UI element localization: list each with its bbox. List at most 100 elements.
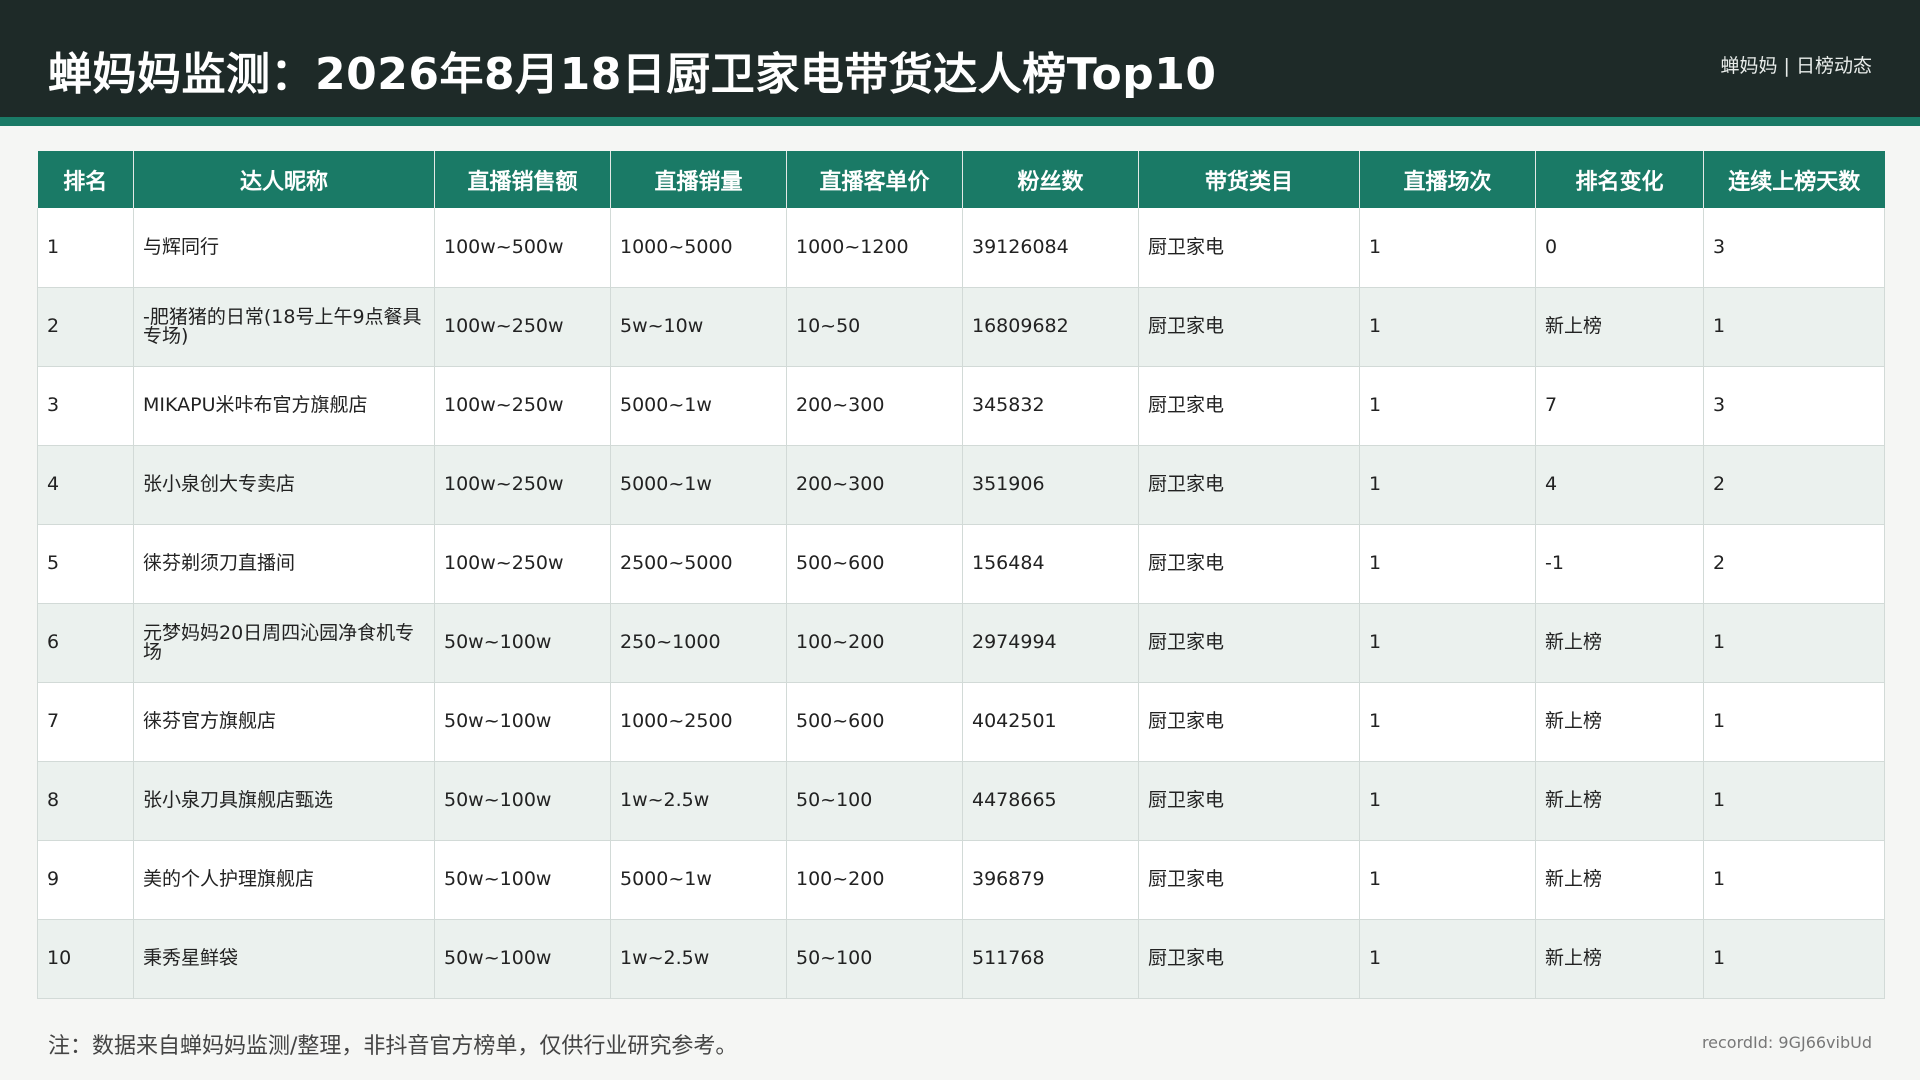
column-header-fans: 粉丝数 <box>962 151 1139 208</box>
cell-unit-price: 10~50 <box>786 287 963 367</box>
cell-sessions: 1 <box>1359 603 1536 683</box>
cell-consecutive-days: 1 <box>1703 840 1885 920</box>
cell-sales-amount: 50w~100w <box>434 682 611 762</box>
cell-category: 厨卫家电 <box>1138 366 1360 446</box>
brand-label: 蝉妈妈 | 日榜动态 <box>1720 55 1872 77</box>
cell-sales-amount: 50w~100w <box>434 603 611 683</box>
cell-nickname: 徕芬剃须刀直播间 <box>133 524 435 604</box>
cell-rank: 3 <box>37 366 134 446</box>
cell-rank: 6 <box>37 603 134 683</box>
column-header-sales-volume: 直播销量 <box>610 151 787 208</box>
cell-consecutive-days: 3 <box>1703 366 1885 446</box>
cell-unit-price: 100~200 <box>786 603 963 683</box>
column-header-unit-price: 直播客单价 <box>786 151 963 208</box>
table-row: 4 张小泉创大专卖店 100w~250w 5000~1w 200~300 351906 厨卫… <box>37 445 1885 525</box>
cell-rank: 10 <box>37 919 134 999</box>
cell-fans: 2974994 <box>962 603 1139 683</box>
table-row: 1 与辉同行 100w~500w 1000~5000 1000~1200 39126084… <box>37 208 1885 288</box>
cell-fans: 16809682 <box>962 287 1139 367</box>
cell-sales-amount: 100w~500w <box>434 208 611 288</box>
cell-rank-change: 新上榜 <box>1535 603 1704 683</box>
cell-rank: 8 <box>37 761 134 841</box>
cell-nickname: 徕芬官方旗舰店 <box>133 682 435 762</box>
table-header-row: 排名 达人昵称 直播销售额 直播销量 直播客单价 粉丝数 带货类目 直播场次 排… <box>37 151 1885 208</box>
cell-sales-volume: 5000~1w <box>610 366 787 446</box>
column-header-sales-amount: 直播销售额 <box>434 151 611 208</box>
cell-sales-volume: 2500~5000 <box>610 524 787 604</box>
cell-rank: 4 <box>37 445 134 525</box>
cell-nickname: -肥猪猪的日常(18号上午9点餐具专场) <box>133 287 435 367</box>
cell-sessions: 1 <box>1359 761 1536 841</box>
cell-rank-change: 新上榜 <box>1535 761 1704 841</box>
cell-sessions: 1 <box>1359 208 1536 288</box>
cell-consecutive-days: 1 <box>1703 919 1885 999</box>
table-row: 6 元梦妈妈20日周四沁园净食机专场 50w~100w 250~1000 100~200… <box>37 603 1885 683</box>
cell-sales-amount: 50w~100w <box>434 761 611 841</box>
cell-nickname: 张小泉创大专卖店 <box>133 445 435 525</box>
cell-consecutive-days: 3 <box>1703 208 1885 288</box>
table-body: 1 与辉同行 100w~500w 1000~5000 1000~1200 39126084… <box>37 208 1885 999</box>
cell-consecutive-days: 1 <box>1703 682 1885 762</box>
cell-fans: 396879 <box>962 840 1139 920</box>
page-header: 蝉妈妈监测：2026年8月18日厨卫家电带货达人榜Top10 蝉妈妈 | 日榜动… <box>0 0 1920 117</box>
cell-sessions: 1 <box>1359 840 1536 920</box>
cell-sessions: 1 <box>1359 682 1536 762</box>
table-row: 5 徕芬剃须刀直播间 100w~250w 2500~5000 500~600 156484… <box>37 524 1885 604</box>
column-header-rank: 排名 <box>37 151 134 208</box>
cell-sales-volume: 5000~1w <box>610 445 787 525</box>
cell-sales-volume: 1w~2.5w <box>610 761 787 841</box>
cell-rank: 5 <box>37 524 134 604</box>
table-row: 9 美的个人护理旗舰店 50w~100w 5000~1w 100~200 396879 厨卫… <box>37 840 1885 920</box>
column-header-category: 带货类目 <box>1138 151 1360 208</box>
cell-nickname: MIKAPU米咔布官方旗舰店 <box>133 366 435 446</box>
column-header-consecutive-days: 连续上榜天数 <box>1703 151 1885 208</box>
cell-sessions: 1 <box>1359 445 1536 525</box>
cell-sales-amount: 100w~250w <box>434 445 611 525</box>
cell-rank-change: 4 <box>1535 445 1704 525</box>
cell-consecutive-days: 2 <box>1703 524 1885 604</box>
cell-unit-price: 1000~1200 <box>786 208 963 288</box>
cell-nickname: 元梦妈妈20日周四沁园净食机专场 <box>133 603 435 683</box>
cell-fans: 511768 <box>962 919 1139 999</box>
ranking-table-container: 排名 达人昵称 直播销售额 直播销量 直播客单价 粉丝数 带货类目 直播场次 排… <box>37 151 1885 999</box>
cell-category: 厨卫家电 <box>1138 445 1360 525</box>
cell-rank-change: 0 <box>1535 208 1704 288</box>
cell-sessions: 1 <box>1359 366 1536 446</box>
cell-rank-change: 新上榜 <box>1535 682 1704 762</box>
cell-rank-change: 7 <box>1535 366 1704 446</box>
cell-unit-price: 100~200 <box>786 840 963 920</box>
cell-unit-price: 500~600 <box>786 524 963 604</box>
cell-rank: 9 <box>37 840 134 920</box>
cell-category: 厨卫家电 <box>1138 761 1360 841</box>
cell-sales-volume: 5w~10w <box>610 287 787 367</box>
cell-sessions: 1 <box>1359 919 1536 999</box>
column-header-sessions: 直播场次 <box>1359 151 1536 208</box>
cell-unit-price: 200~300 <box>786 445 963 525</box>
table-row: 7 徕芬官方旗舰店 50w~100w 1000~2500 500~600 4042501 厨… <box>37 682 1885 762</box>
cell-nickname: 美的个人护理旗舰店 <box>133 840 435 920</box>
cell-sessions: 1 <box>1359 287 1536 367</box>
ranking-table: 排名 达人昵称 直播销售额 直播销量 直播客单价 粉丝数 带货类目 直播场次 排… <box>37 151 1885 999</box>
cell-rank-change: -1 <box>1535 524 1704 604</box>
cell-category: 厨卫家电 <box>1138 840 1360 920</box>
cell-category: 厨卫家电 <box>1138 603 1360 683</box>
cell-fans: 4042501 <box>962 682 1139 762</box>
cell-sales-amount: 100w~250w <box>434 524 611 604</box>
cell-fans: 351906 <box>962 445 1139 525</box>
cell-nickname: 张小泉刀具旗舰店甄选 <box>133 761 435 841</box>
cell-consecutive-days: 2 <box>1703 445 1885 525</box>
cell-category: 厨卫家电 <box>1138 919 1360 999</box>
cell-sales-volume: 1w~2.5w <box>610 919 787 999</box>
cell-unit-price: 50~100 <box>786 919 963 999</box>
cell-sales-volume: 5000~1w <box>610 840 787 920</box>
cell-sales-amount: 50w~100w <box>434 919 611 999</box>
cell-category: 厨卫家电 <box>1138 524 1360 604</box>
cell-rank: 2 <box>37 287 134 367</box>
cell-nickname: 秉秀星鲜袋 <box>133 919 435 999</box>
table-row: 2 -肥猪猪的日常(18号上午9点餐具专场) 100w~250w 5w~10w 10~5… <box>37 287 1885 367</box>
cell-consecutive-days: 1 <box>1703 287 1885 367</box>
cell-category: 厨卫家电 <box>1138 208 1360 288</box>
cell-unit-price: 50~100 <box>786 761 963 841</box>
cell-consecutive-days: 1 <box>1703 603 1885 683</box>
page-title: 蝉妈妈监测：2026年8月18日厨卫家电带货达人榜Top10 <box>48 49 1217 100</box>
